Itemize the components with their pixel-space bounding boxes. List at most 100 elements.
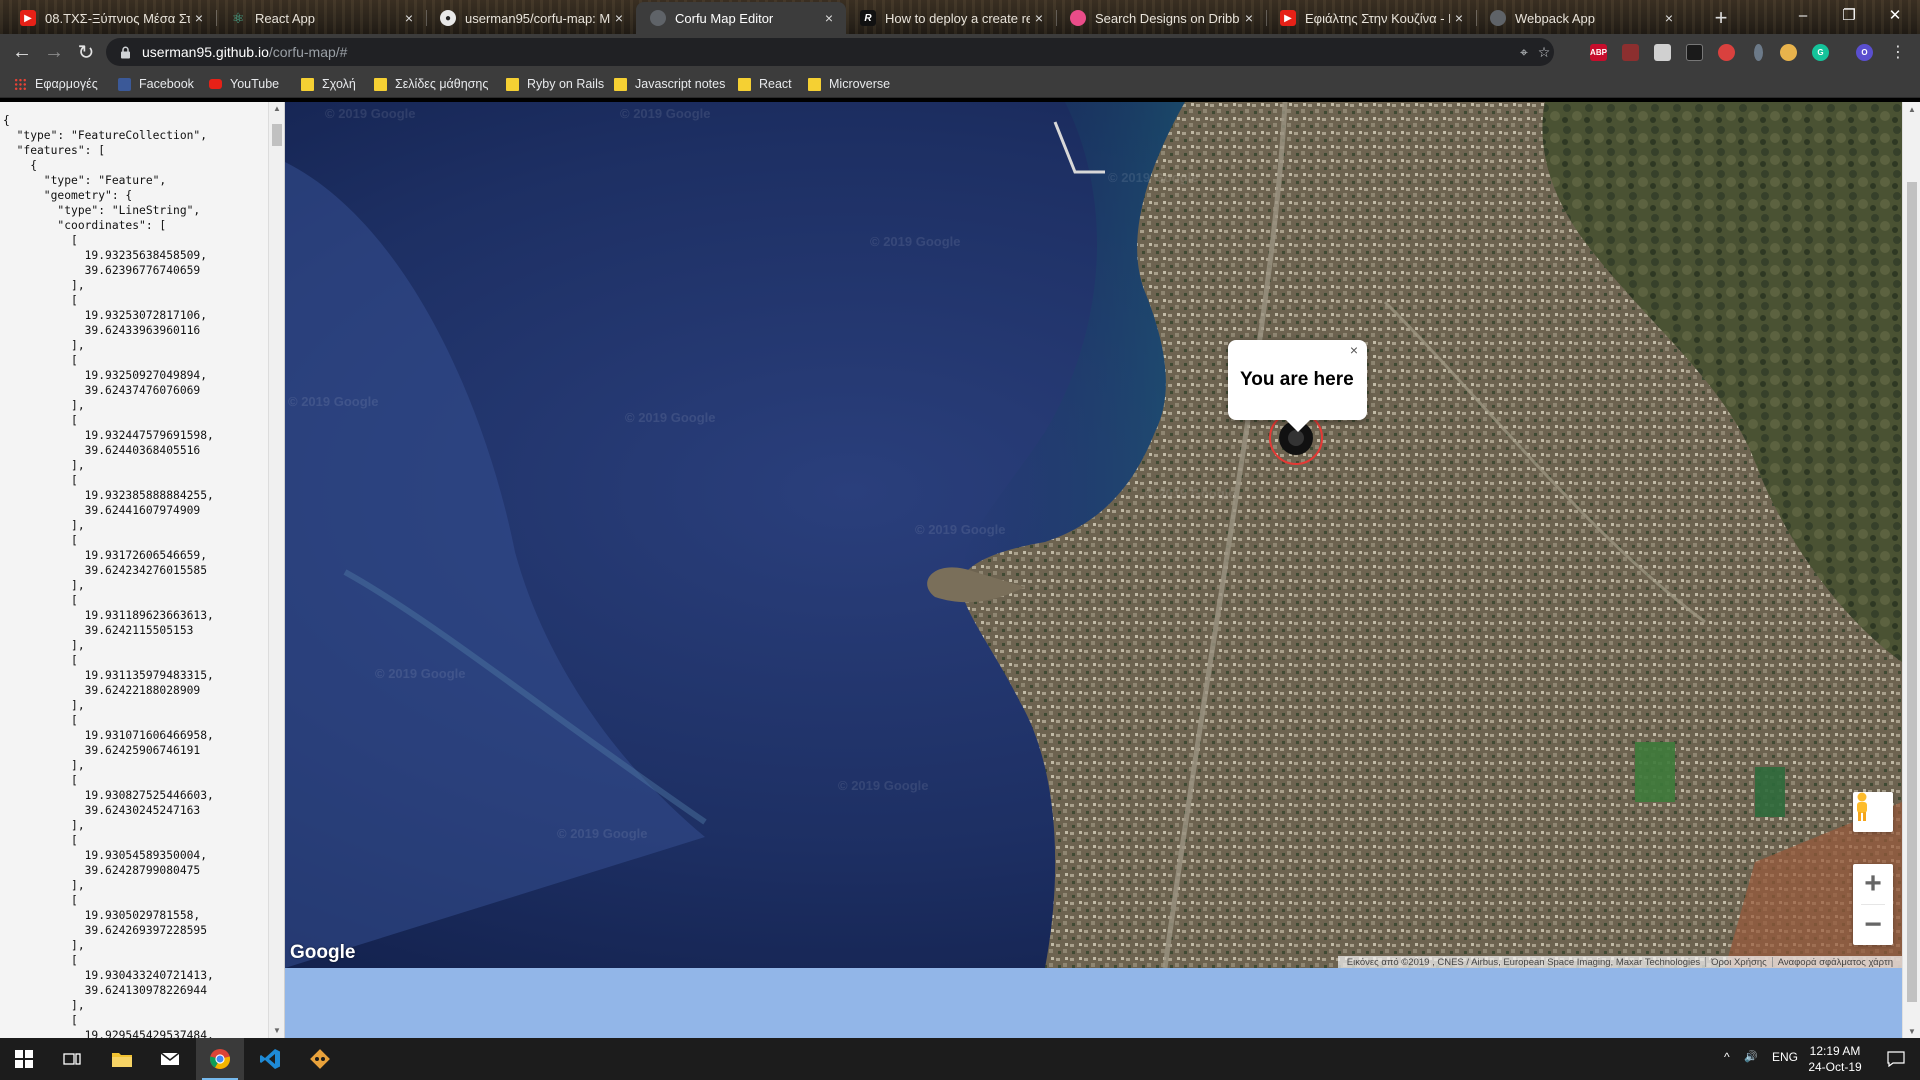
json-scroll-thumb[interactable] [272,124,282,146]
bookmark-folder-rails[interactable]: Ryby on Rails [506,75,604,93]
bookmark-folder-microverse[interactable]: Microverse [808,75,890,93]
tab-dribbble[interactable]: Search Designs on Dribbble × [1056,2,1266,34]
zoom-in-button[interactable]: + [1853,864,1893,904]
reload-button[interactable]: ↻ [72,38,100,66]
file-explorer-button[interactable] [98,1038,146,1080]
bookmark-label: Javascript notes [635,77,726,91]
bookmark-folder-react[interactable]: React [738,75,792,93]
folder-icon [506,77,519,91]
map-watermark: © 2019 Google [288,394,379,409]
close-window-button[interactable]: ✕ [1872,0,1918,30]
youtube-icon: ▶ [1280,10,1296,26]
start-button[interactable] [0,1038,48,1080]
geojson-textarea[interactable]: { "type": "FeatureCollection", "features… [0,102,285,1038]
mail-button[interactable] [146,1038,194,1080]
folder-icon [738,77,751,91]
tab-close-icon[interactable]: × [820,9,838,27]
tab-youtube-2[interactable]: ▶ Εφιάλτης Στην Κουζίνα - Κ × [1266,2,1476,34]
folder-icon [301,77,314,91]
tab-corfu-map-editor[interactable]: Corfu Map Editor × [636,2,846,34]
back-button[interactable]: ← [8,38,36,66]
cube-extension-icon[interactable] [1654,44,1671,61]
bookmark-facebook[interactable]: Facebook [118,75,194,93]
bookmark-label: Σελίδες μάθησης [395,77,489,91]
map-watermark: © 2019 Google [1145,486,1236,501]
clock[interactable]: 12:19 AM 24-Oct-19 [1806,1043,1864,1075]
dribbble-icon [1070,10,1086,26]
map-watermark: © 2019 Google [375,666,466,681]
tab-close-icon[interactable]: × [610,9,628,27]
address-bar[interactable]: userman95.github.io /corfu-map/# ⌖ ☆ [106,38,1554,66]
git-icon [310,1049,330,1069]
zoom-out-button[interactable]: − [1853,905,1893,945]
notifications-icon[interactable] [1872,1038,1920,1080]
bookmark-label: YouTube [230,77,280,91]
tab-title: Webpack App [1515,10,1595,26]
tab-close-icon[interactable]: × [1660,9,1678,27]
video-extension-icon[interactable] [1686,44,1703,61]
info-window-text: You are here [1240,369,1354,390]
grammarly-icon[interactable]: G [1812,44,1829,61]
json-scrollbar[interactable]: ▲ ▼ [268,102,284,1038]
scroll-down-arrow-icon[interactable]: ▼ [1903,1024,1920,1038]
cookie-extension-icon[interactable] [1780,44,1797,61]
tab-title: Corfu Map Editor [675,10,774,26]
pdf-extension-icon[interactable] [1622,44,1639,61]
chrome-icon [209,1049,231,1069]
street-view-pegman-icon[interactable] [1853,792,1893,832]
terms-link[interactable]: Όροι Χρήσης [1706,957,1772,968]
tab-title: userman95/corfu-map: Ma [465,10,610,26]
bookmark-label: Facebook [139,77,194,91]
tab-close-icon[interactable]: × [1450,9,1468,27]
vscode-button[interactable] [246,1038,294,1080]
bookmark-youtube[interactable]: YouTube [209,75,279,93]
tab-deploy-article[interactable]: R How to deploy a create rea × [846,2,1056,34]
scroll-down-arrow-icon[interactable]: ▼ [269,1024,284,1036]
adblock-plus-icon[interactable]: ABP [1590,44,1607,61]
bookmark-apps[interactable]: Εφαρμογές [14,75,98,93]
bookmark-folder-learning[interactable]: Σελίδες μάθησης [374,75,488,93]
scroll-up-arrow-icon[interactable]: ▲ [1903,102,1920,116]
tab-title: 08.ΤΧΣ-Ξύπνιος Μέσα Στο [45,10,190,26]
chrome-button[interactable] [196,1038,244,1080]
bookmark-folder-sxoli[interactable]: Σχολή [301,75,356,93]
tab-react-app[interactable]: ⚛ React App × [216,2,426,34]
new-tab-button[interactable]: + [1708,5,1734,31]
menu-icon[interactable]: ⋮ [1884,38,1912,66]
tab-github[interactable]: ● userman95/corfu-map: Ma × [426,2,636,34]
profile-avatar[interactable]: O [1856,44,1873,61]
google-logo[interactable]: Google [290,942,355,964]
imagery-attribution[interactable]: Εικόνες από ©2019 , CNES / Airbus, Europ… [1342,957,1705,968]
minimize-button[interactable]: – [1780,0,1826,30]
bookmark-star-icon[interactable]: ☆ [1536,44,1552,60]
page-scroll-thumb[interactable] [1907,182,1917,1002]
page-scrollbar[interactable]: ▲ ▼ [1902,102,1920,1038]
report-error-link[interactable]: Αναφορά σφάλματος χάρτη [1773,957,1898,968]
satellite-map[interactable]: © 2019 Google © 2019 Google © 2019 Googl… [285,102,1902,968]
record-extension-icon[interactable] [1718,44,1735,61]
tab-close-icon[interactable]: × [1030,9,1048,27]
tab-title: Search Designs on Dribbble [1095,10,1240,26]
tab-webpack-app[interactable]: Webpack App × [1476,2,1686,34]
location-icon[interactable]: ⌖ [1516,44,1532,60]
forward-button[interactable]: → [40,38,68,66]
lock-icon [118,45,132,59]
url-host: userman95.github.io [142,44,269,60]
info-window-close-icon[interactable]: × [1347,342,1361,358]
tab-close-icon[interactable]: × [400,9,418,27]
bookmarks-bar: Εφαρμογές Facebook YouTube Σχολή Σελίδες… [0,70,1920,98]
volume-icon[interactable]: 🔊 [1744,1050,1758,1063]
scroll-up-arrow-icon[interactable]: ▲ [269,102,284,114]
tray-chevron-icon[interactable]: ^ [1724,1050,1730,1064]
clock-time: 12:19 AM [1809,1044,1861,1058]
restore-button[interactable]: ❐ [1826,0,1872,30]
youtube-icon [209,79,222,89]
bookmark-folder-js-notes[interactable]: Javascript notes [614,75,725,93]
tab-close-icon[interactable]: × [1240,9,1258,27]
tab-youtube-1[interactable]: ▶ 08.ΤΧΣ-Ξύπνιος Μέσα Στο × [6,2,216,34]
git-button[interactable] [296,1038,344,1080]
language-indicator[interactable]: ENG [1772,1050,1798,1064]
tab-close-icon[interactable]: × [190,9,208,27]
task-view-button[interactable] [48,1038,96,1080]
bulb-extension-icon[interactable] [1754,44,1763,61]
